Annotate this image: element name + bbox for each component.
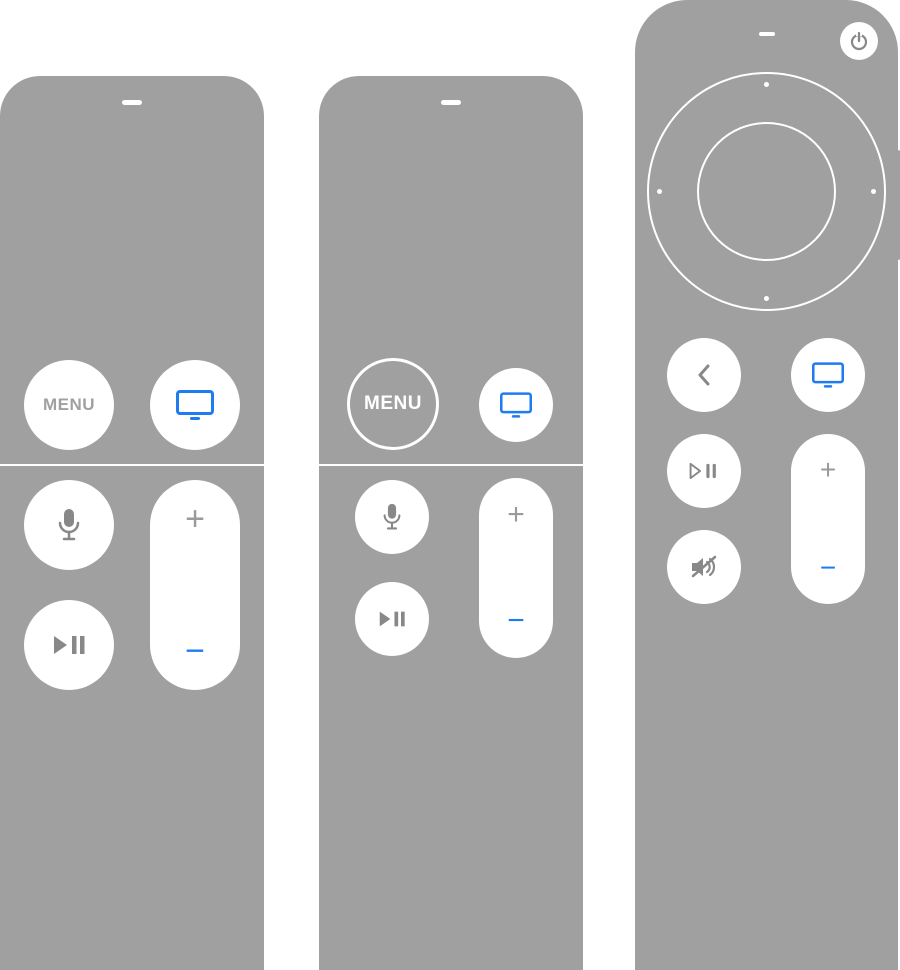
- play-pause-button[interactable]: [667, 434, 741, 508]
- indicator-light: [122, 100, 142, 105]
- indicator-light: [759, 32, 775, 36]
- menu-button[interactable]: MENU: [24, 360, 114, 450]
- mute-button[interactable]: [667, 530, 741, 604]
- play-pause-button[interactable]: [355, 582, 429, 656]
- tv-home-button[interactable]: [791, 338, 865, 412]
- plus-icon: +: [820, 456, 836, 484]
- speaker-mute-icon: [689, 554, 719, 580]
- menu-button-label: MENU: [43, 395, 95, 415]
- tv-home-button[interactable]: [150, 360, 240, 450]
- microphone-icon: [58, 508, 80, 542]
- clickpad-dot-up: [764, 82, 769, 87]
- play-pause-icon: [52, 634, 86, 656]
- tv-home-button[interactable]: [479, 368, 553, 442]
- siri-microphone-button[interactable]: [355, 480, 429, 554]
- minus-icon: −: [185, 634, 205, 668]
- clickpad-dot-left: [657, 189, 662, 194]
- play-pause-icon: [378, 610, 406, 628]
- touch-surface-divider: [0, 464, 264, 466]
- play-pause-button[interactable]: [24, 600, 114, 690]
- play-pause-icon: [689, 462, 719, 480]
- chevron-left-icon: [696, 363, 712, 387]
- volume-rocker[interactable]: + −: [791, 434, 865, 604]
- siri-side-button[interactable]: [895, 150, 900, 260]
- siri-remote-gen2: + −: [635, 0, 898, 970]
- clickpad-center[interactable]: [697, 122, 836, 261]
- plus-icon: +: [185, 502, 205, 536]
- minus-icon: −: [820, 554, 836, 582]
- power-icon: [849, 31, 869, 51]
- siri-microphone-button[interactable]: [24, 480, 114, 570]
- menu-button-label: MENU: [364, 393, 422, 415]
- volume-rocker[interactable]: + −: [150, 480, 240, 690]
- minus-icon: −: [507, 606, 525, 636]
- indicator-light: [441, 100, 461, 105]
- tv-icon: [500, 392, 532, 418]
- back-button[interactable]: [667, 338, 741, 412]
- clickpad-dot-down: [764, 296, 769, 301]
- menu-button[interactable]: MENU: [347, 358, 439, 450]
- plus-icon: +: [507, 500, 525, 530]
- power-button[interactable]: [840, 22, 878, 60]
- microphone-icon: [383, 503, 401, 531]
- touch-surface-divider: [319, 464, 583, 466]
- tv-icon: [176, 390, 214, 420]
- siri-remote-gen1-alt: MENU + −: [319, 76, 583, 970]
- clickpad-dot-right: [871, 189, 876, 194]
- siri-remote-gen1: MENU + −: [0, 76, 264, 970]
- volume-rocker[interactable]: + −: [479, 478, 553, 658]
- remotes-diagram: MENU + − MENU: [0, 0, 900, 970]
- tv-icon: [812, 362, 844, 388]
